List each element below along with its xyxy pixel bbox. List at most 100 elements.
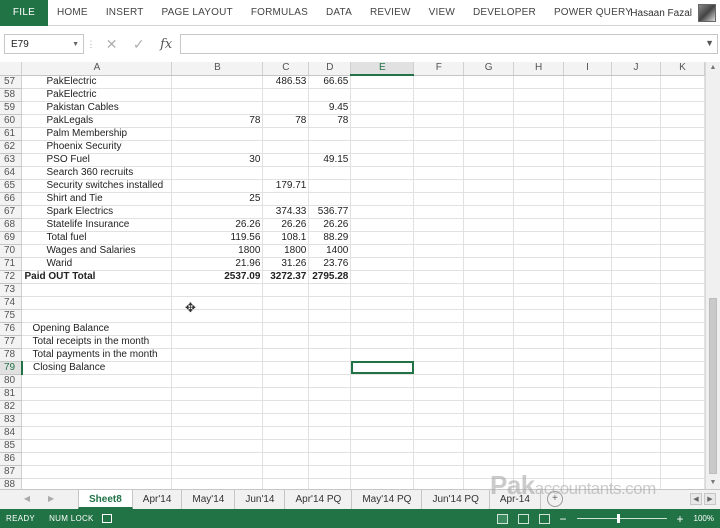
column-header-i[interactable]: I [563,62,613,76]
cell-b[interactable]: 25 [171,192,264,206]
cell-a[interactable]: Shirt and Tie [21,192,173,206]
column-header-k[interactable]: K [660,62,705,76]
cell-c[interactable]: 3272.37 [262,269,310,284]
cell-k[interactable] [660,166,705,180]
cell-i[interactable] [563,231,613,245]
cell-b[interactable] [171,335,264,349]
cell-f[interactable] [413,114,465,128]
scroll-right-icon[interactable]: ▶ [704,493,716,505]
check-icon[interactable]: ✓ [133,36,145,53]
cell-j[interactable] [611,218,661,232]
cell-c[interactable] [262,335,310,349]
row-header[interactable]: 76 [0,322,23,336]
cancel-icon[interactable]: ✕ [106,36,118,53]
cell-k[interactable] [660,153,705,167]
cell-j[interactable] [611,322,661,336]
cell-e[interactable] [350,140,415,154]
cell-e[interactable] [350,335,415,349]
cell-c[interactable] [262,439,310,453]
cell-j[interactable] [611,88,661,102]
cell-g[interactable] [463,231,515,245]
cell-a[interactable]: Opening Balance [21,322,173,336]
cell-i[interactable] [563,88,613,102]
cell-c[interactable]: 1800 [262,244,310,258]
cell-g[interactable] [463,374,515,388]
row-header[interactable]: 87 [0,465,23,479]
cell-e[interactable] [350,88,415,102]
cell-i[interactable] [563,374,613,388]
cell-k[interactable] [660,413,705,427]
cell-g[interactable] [463,127,515,141]
cell-k[interactable] [660,335,705,349]
cell-f[interactable] [413,179,465,193]
cell-d[interactable] [308,439,352,453]
cell-f[interactable] [413,478,465,489]
cell-g[interactable] [463,192,515,206]
zoom-level[interactable]: 100% [694,514,714,523]
formula-input[interactable]: ▼ [180,34,718,54]
cell-g[interactable] [463,166,515,180]
cell-h[interactable] [513,452,565,466]
cell-d[interactable] [308,309,352,323]
cell-c[interactable] [262,166,310,180]
cell-k[interactable] [660,465,705,479]
cell-g[interactable] [463,218,515,232]
cell-b[interactable] [171,75,264,89]
cell-j[interactable] [611,101,661,115]
tab-review[interactable]: REVIEW [361,0,420,26]
sheet-tab-sheet8[interactable]: Sheet8 [78,490,133,509]
cell-e[interactable] [350,309,415,323]
cell-k[interactable] [660,439,705,453]
row-header[interactable]: 86 [0,452,23,466]
cell-f[interactable] [413,348,465,362]
cell-e[interactable] [350,192,415,206]
cell-a[interactable] [21,426,173,440]
cell-k[interactable] [660,140,705,154]
cell-a[interactable]: Total fuel [21,231,173,245]
cell-j[interactable] [611,335,661,349]
row-header[interactable]: 62 [0,140,23,154]
cell-e[interactable] [350,374,415,388]
row-header[interactable]: 63 [0,153,23,167]
cell-c[interactable] [262,374,310,388]
cell-i[interactable] [563,101,613,115]
cell-b[interactable]: 119.56 [171,231,264,245]
cell-a[interactable]: Total payments in the month [21,348,173,362]
row-header[interactable]: 61 [0,127,23,141]
cell-e[interactable] [350,244,415,258]
cell-d[interactable] [308,335,352,349]
cell-a[interactable]: PakLegals [21,114,173,128]
cell-d[interactable] [308,88,352,102]
column-header-b[interactable]: B [171,62,264,76]
cell-f[interactable] [413,309,465,323]
cell-a[interactable]: Spark Electrics [21,205,173,219]
name-box[interactable]: E79 ▼ [4,34,84,54]
cell-e[interactable] [350,205,415,219]
cell-g[interactable] [463,439,515,453]
cell-j[interactable] [611,205,661,219]
cell-j[interactable] [611,166,661,180]
cell-h[interactable] [513,426,565,440]
row-header[interactable]: 72 [0,270,23,284]
cell-j[interactable] [611,179,661,193]
cell-e[interactable] [350,387,415,401]
scroll-left-icon[interactable]: ◀ [690,493,702,505]
cell-j[interactable] [611,439,661,453]
cell-d[interactable] [308,322,352,336]
row-header[interactable]: 85 [0,439,23,453]
cell-e[interactable] [350,218,415,232]
cell-k[interactable] [660,75,705,89]
cell-k[interactable] [660,257,705,271]
cell-k[interactable] [660,88,705,102]
cell-k[interactable] [660,322,705,336]
cell-c[interactable] [262,478,310,489]
zoom-minus-icon[interactable]: − [560,513,567,525]
row-header[interactable]: 59 [0,101,23,115]
row-header[interactable]: 64 [0,166,23,180]
cell-k[interactable] [660,309,705,323]
cell-i[interactable] [563,361,613,375]
cell-e[interactable] [350,231,415,245]
cell-g[interactable] [463,114,515,128]
cell-d[interactable] [308,387,352,401]
cell-b[interactable] [171,322,264,336]
